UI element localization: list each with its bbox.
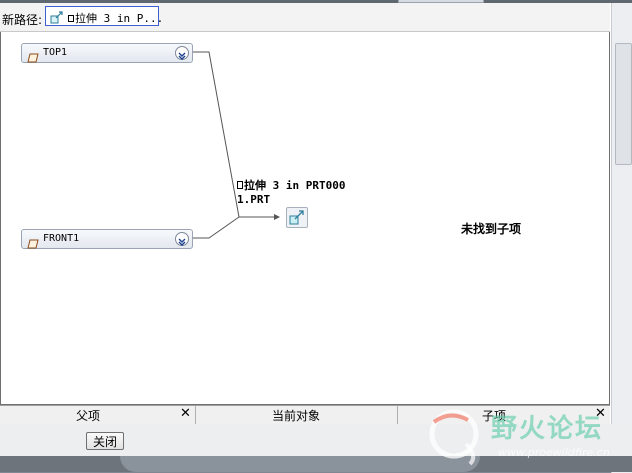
current-object-node[interactable] [286,207,308,228]
reference-graph-canvas: TOP1 FRONT1 拉伸 3 in PRT000 1.PRT 未找到子项 [0,32,610,405]
parent-node-front1[interactable]: FRONT1 [21,229,193,249]
watermark-url: www.proewildfire.cn [498,446,610,459]
path-bar: 新路径: 拉伸 3 in P... [0,3,610,32]
close-icon[interactable]: ✕ [180,406,191,421]
scrollbar-thumb[interactable] [615,43,632,165]
current-object-name: 拉伸 3 in PRT000 [244,179,346,192]
reference-viewer-window: 新路径: 拉伸 3 in P... TOP1 FRONT1 拉伸 3 in PR… [0,3,632,473]
double-chevron-down-icon[interactable] [175,46,189,60]
watermark: 野火论坛 www.proewildfire.cn [420,404,632,472]
no-children-text: 未找到子项 [461,222,522,236]
path-label: 新路径: [2,13,43,27]
watermark-logo-icon [429,409,479,466]
current-panel-header[interactable]: 当前对象 [196,406,398,424]
path-field[interactable]: 拉伸 3 in P... [45,6,163,28]
parent-node-top1[interactable]: TOP1 [21,43,193,63]
double-chevron-down-icon[interactable] [175,232,189,246]
parent-node-label: TOP1 [43,47,68,58]
current-object-label: 拉伸 3 in PRT000 1.PRT [237,179,345,207]
path-text: 拉伸 3 in P... [68,10,163,26]
parent-node-label: FRONT1 [43,233,80,244]
path-value: 拉伸 3 in P... [75,12,164,25]
datum-plane-icon [27,234,39,249]
watermark-title: 野火论坛 [491,414,604,444]
close-button[interactable]: 关闭 [86,432,124,450]
lock-icon [237,181,243,189]
vertical-scrollbar[interactable] [611,3,632,473]
parents-panel-header[interactable]: 父项 ✕ [0,406,196,424]
datum-plane-icon [27,48,39,63]
extrude-feature-icon [50,9,64,28]
lock-icon [68,15,74,22]
current-panel-label: 当前对象 [272,409,321,423]
current-object-file: 1.PRT [237,193,271,206]
parents-panel-label: 父项 [76,409,101,423]
extrude-feature-icon [289,210,304,225]
